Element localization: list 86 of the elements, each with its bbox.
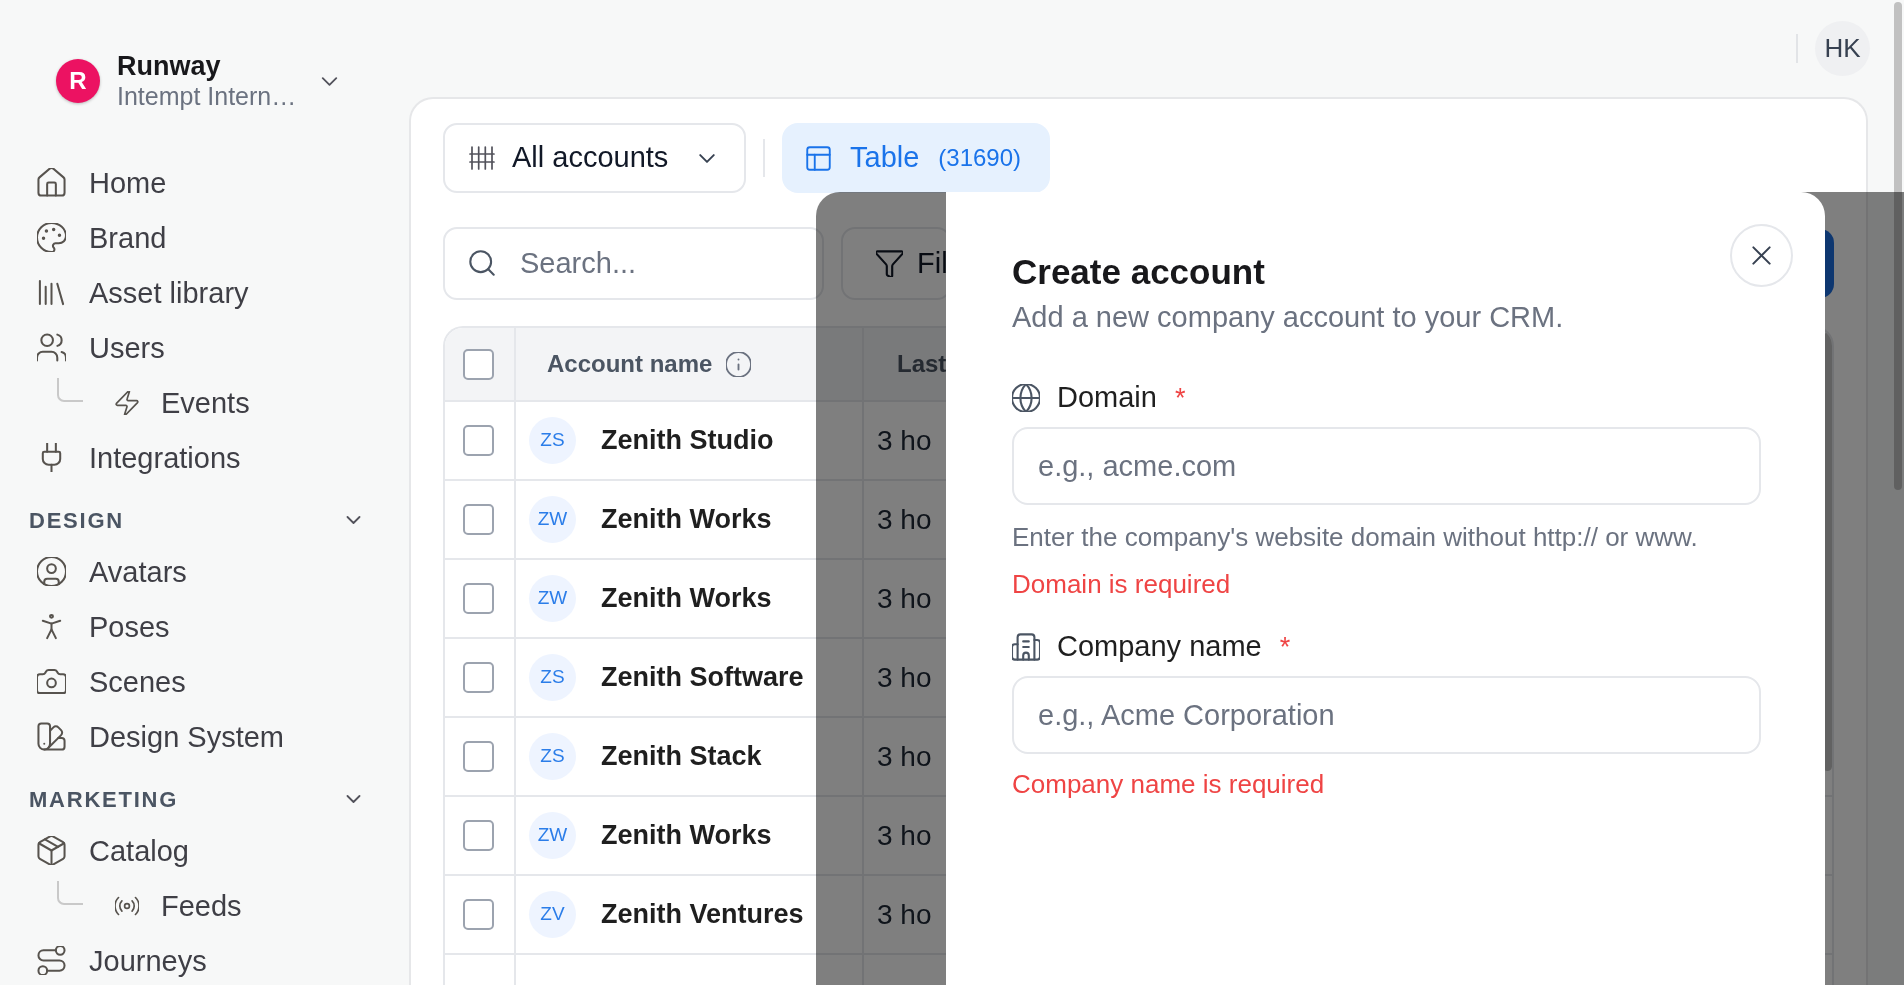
table-cell-text: 3 ho [877, 739, 932, 774]
help-text: Enter the company's website domain without http:// or www. [1012, 521, 1699, 554]
grid-icon [469, 146, 495, 170]
error-message: Domain is required [1012, 568, 1232, 601]
input-field[interactable]: e.g., acme.com [1012, 427, 1761, 505]
checkbox[interactable] [463, 348, 494, 380]
nav-item[interactable]: Events [89, 375, 381, 430]
view-tab[interactable]: Table (31690) [782, 123, 1050, 193]
table-cell-text: 3 ho [877, 581, 932, 616]
input-field[interactable]: e.g., Acme Corporation [1012, 676, 1761, 754]
account-avatar: ZS [529, 654, 576, 701]
column-header[interactable]: Account name [547, 346, 713, 382]
workspace-logo: R [56, 59, 100, 103]
checkbox[interactable] [463, 662, 494, 693]
account-name[interactable]: Zenith Stack [601, 736, 762, 777]
table-cell-text: 3 ho [877, 423, 932, 458]
checkbox[interactable] [463, 899, 494, 930]
home-icon [37, 168, 66, 197]
nav-item[interactable]: Design System [28, 709, 381, 764]
library-icon [37, 278, 66, 307]
account-avatar: ZS [529, 417, 576, 464]
close-icon [1752, 246, 1771, 265]
account-avatar: ZW [529, 496, 576, 543]
dialog-title: Create account [1012, 251, 1266, 293]
globe-icon [1012, 384, 1040, 412]
search-icon [469, 250, 495, 276]
view-dropdown[interactable]: All accounts [443, 123, 746, 193]
nav-item[interactable]: Journeys [28, 933, 381, 985]
account-avatar: ZW [529, 575, 576, 622]
account-name[interactable]: Zenith Works [601, 815, 772, 856]
nav-item[interactable]: Avatars [28, 544, 381, 599]
nav-item[interactable]: Asset library [28, 265, 381, 320]
table-cell-text: 3 ho [877, 502, 932, 537]
dialog-subtitle: Add a new company account to your CRM. [1012, 300, 1565, 335]
scrollbar-thumb[interactable] [1894, 2, 1902, 490]
swatch-book-icon [37, 722, 66, 751]
item-count: (31690) [938, 143, 1022, 173]
checkbox[interactable] [463, 504, 494, 535]
error-message: Company name is required [1012, 768, 1326, 801]
organization-name: Intempt Intern… [117, 82, 297, 111]
account-name[interactable]: Zenith Ventures [601, 894, 804, 935]
workspace-name: Runway [117, 51, 222, 82]
nav-item[interactable]: Feeds [89, 878, 381, 933]
account-avatar: ZS [529, 733, 576, 780]
funnel-icon [876, 250, 903, 277]
table-cell-text: 3 ho [877, 660, 932, 695]
table-cell-text: 3 ho [877, 818, 932, 853]
account-name[interactable]: Zenith Studio [601, 420, 774, 461]
checkbox[interactable] [463, 820, 494, 851]
checkbox[interactable] [463, 741, 494, 772]
account-name[interactable]: Zenith Works [601, 499, 772, 540]
palette-icon [37, 223, 66, 252]
lightning-icon [115, 390, 139, 415]
account-avatar: ZW [529, 812, 576, 859]
nav-item[interactable]: Catalog [28, 823, 381, 878]
field-label: Company name [1057, 629, 1262, 665]
nav-item[interactable]: Scenes [28, 654, 381, 709]
search-field[interactable]: Search... [443, 227, 824, 300]
building-icon [1012, 633, 1040, 661]
account-name[interactable]: Zenith Works [601, 578, 772, 619]
nav-item[interactable]: Home [28, 155, 381, 210]
camera-icon [37, 667, 66, 696]
table-icon [806, 145, 831, 171]
section-header[interactable]: MARKETING [28, 783, 381, 815]
nav-item[interactable]: Integrations [28, 430, 381, 485]
nav-item[interactable]: Brand [28, 210, 381, 265]
package-icon [37, 836, 66, 865]
account-avatar: ZV [529, 891, 576, 938]
section-header[interactable]: DESIGN [28, 504, 381, 536]
info-icon[interactable] [726, 351, 752, 377]
checkbox[interactable] [463, 425, 494, 456]
users-icon [37, 333, 66, 362]
required-mark: * [1279, 630, 1291, 664]
tree-line [57, 881, 83, 905]
checkbox[interactable] [463, 583, 494, 614]
nav-item[interactable]: Poses [28, 599, 381, 654]
account-name[interactable]: Zenith Software [601, 657, 804, 698]
chevron-down-icon [698, 153, 716, 163]
chevron-down-icon[interactable] [321, 76, 338, 86]
route-icon [37, 946, 66, 975]
tree-line [57, 378, 83, 402]
table-cell-text: 3 ho [877, 897, 932, 932]
nav-item[interactable]: Users [28, 320, 381, 375]
field-label: Domain [1057, 380, 1157, 416]
required-mark: * [1174, 381, 1186, 415]
user-avatar[interactable]: HK [1815, 21, 1870, 76]
